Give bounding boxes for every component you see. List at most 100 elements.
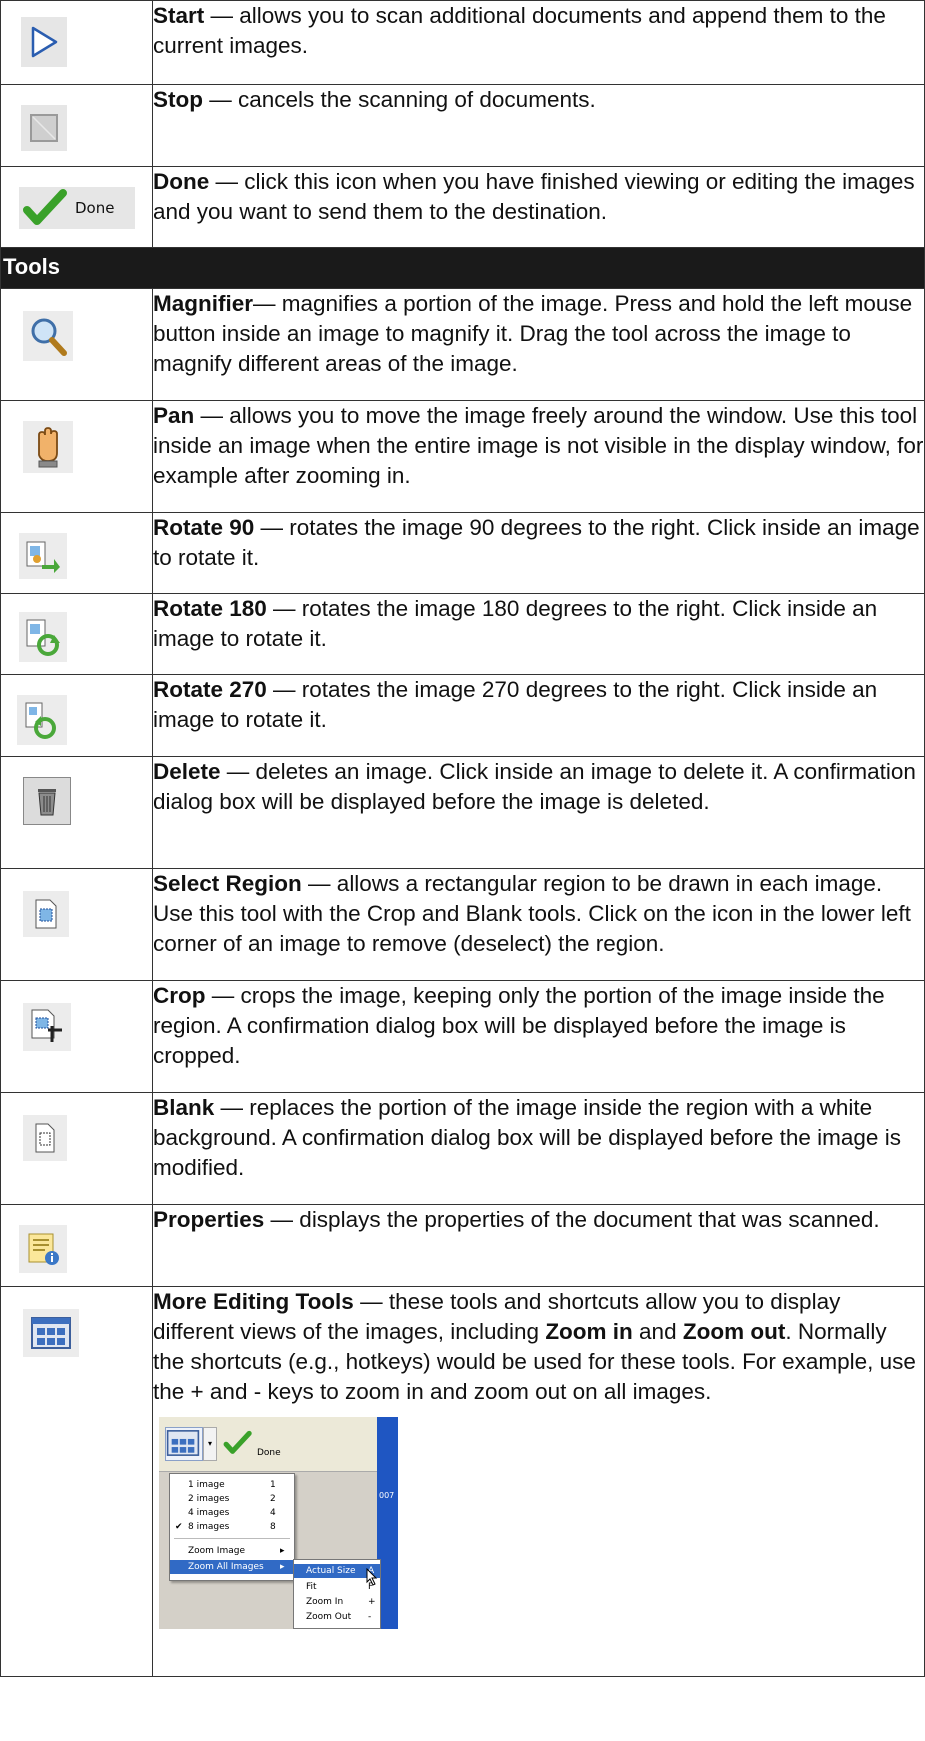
row-text: Start — allows you to scan additional do… bbox=[152, 0, 925, 85]
submenu-arrow-icon: ▸ bbox=[280, 1562, 285, 1572]
row-desc: — crops the image, keeping only the port… bbox=[153, 983, 885, 1068]
icon-cell bbox=[0, 980, 153, 1093]
embedded-screenshot: ▾ Done 007 1 image 1 2 images 2 4 images 4 … bbox=[159, 1417, 398, 1629]
menu-item-label: 2 images bbox=[188, 1494, 230, 1504]
done-check-icon bbox=[23, 189, 67, 225]
screenshot-toolbar: ▾ Done bbox=[159, 1417, 398, 1472]
stop-icon bbox=[21, 105, 67, 151]
submenu-item-key: - bbox=[368, 1612, 372, 1622]
row-rotate-90: Rotate 90 — rotates the image 90 degrees… bbox=[0, 512, 925, 594]
row-text: More Editing Tools — these tools and sho… bbox=[152, 1286, 925, 1677]
rotate-180-icon bbox=[19, 612, 67, 662]
menu-item[interactable]: 1 image 1 bbox=[170, 1478, 294, 1492]
properties-icon bbox=[19, 1225, 67, 1273]
row-title: Rotate 90 bbox=[153, 515, 255, 540]
crop-icon bbox=[23, 1003, 71, 1051]
submenu-item-label: Zoom In bbox=[306, 1597, 344, 1607]
row-delete: Delete — deletes an image. Click inside … bbox=[0, 756, 925, 869]
icon-cell bbox=[0, 84, 153, 167]
tools-table: Start — allows you to scan additional do… bbox=[0, 0, 925, 1677]
row-title: Crop bbox=[153, 983, 206, 1008]
chevron-down-icon[interactable]: ▾ bbox=[203, 1427, 217, 1461]
menu-item-key: 4 bbox=[270, 1508, 276, 1518]
row-start: Start — allows you to scan additional do… bbox=[0, 0, 925, 85]
menu-item-key: 8 bbox=[270, 1522, 276, 1532]
row-title: Delete bbox=[153, 759, 221, 784]
section-header: Tools bbox=[0, 247, 925, 289]
row-text: Magnifier— magnifies a portion of the im… bbox=[152, 288, 925, 401]
row-text: Crop — crops the image, keeping only the… bbox=[152, 980, 925, 1093]
menu-item[interactable]: Zoom Image ▸ bbox=[170, 1544, 294, 1558]
icon-cell bbox=[0, 0, 153, 85]
done-label[interactable]: Done bbox=[257, 1438, 281, 1468]
row-properties: Properties — displays the properties of … bbox=[0, 1204, 925, 1287]
icon-cell bbox=[0, 1092, 153, 1205]
row-select-region: Select Region — allows a rectangular reg… bbox=[0, 868, 925, 981]
side-text: 007 bbox=[379, 1491, 395, 1500]
icon-cell bbox=[0, 593, 153, 675]
row-title: Properties bbox=[153, 1207, 265, 1232]
row-title: Stop bbox=[153, 87, 203, 112]
row-text: Rotate 90 — rotates the image 90 degrees… bbox=[152, 512, 925, 594]
more-tools-icon bbox=[165, 1427, 203, 1461]
row-desc: — allows you to scan additional document… bbox=[153, 3, 886, 58]
row-desc: — magnifies a portion of the image. Pres… bbox=[153, 291, 913, 376]
pan-hand-icon bbox=[23, 421, 73, 473]
icon-cell bbox=[0, 1286, 153, 1677]
row-title: Pan bbox=[153, 403, 195, 428]
menu-item-label: Zoom All Images bbox=[188, 1562, 264, 1572]
menu-item-label: 8 images bbox=[188, 1522, 230, 1532]
row-desc: — replaces the portion of the image insi… bbox=[153, 1095, 901, 1180]
row-text: Properties — displays the properties of … bbox=[152, 1204, 925, 1287]
row-title: Rotate 270 bbox=[153, 677, 267, 702]
row-title: Done bbox=[153, 169, 210, 194]
row-text: Stop — cancels the scanning of documents… bbox=[152, 84, 925, 167]
magnifier-icon bbox=[23, 311, 73, 361]
mouse-cursor-icon bbox=[366, 1568, 378, 1586]
row-magnifier: Magnifier— magnifies a portion of the im… bbox=[0, 288, 925, 401]
submenu-item[interactable]: Zoom Out - bbox=[294, 1610, 380, 1624]
row-desc: and bbox=[632, 1319, 683, 1344]
icon-cell bbox=[0, 674, 153, 757]
more-tools-icon bbox=[23, 1309, 79, 1357]
menu-item-label: Zoom Image bbox=[188, 1546, 245, 1556]
submenu-item-key: + bbox=[368, 1597, 376, 1607]
row-desc: — displays the properties of the documen… bbox=[264, 1207, 880, 1232]
submenu-item-label: Fit bbox=[306, 1582, 317, 1592]
row-text: Select Region — allows a rectangular reg… bbox=[152, 868, 925, 981]
zoom-submenu: Actual Size A Fit F Zoom In + Zoom Out - bbox=[293, 1559, 381, 1629]
row-text: Blank — replaces the portion of the imag… bbox=[152, 1092, 925, 1205]
menu-item-highlighted[interactable]: Zoom All Images ▸ bbox=[170, 1560, 294, 1574]
row-rotate-180: Rotate 180 — rotates the image 180 degre… bbox=[0, 593, 925, 675]
row-desc: — cancels the scanning of documents. bbox=[203, 87, 596, 112]
row-title: Magnifier bbox=[153, 291, 254, 316]
row-blank: Blank — replaces the portion of the imag… bbox=[0, 1092, 925, 1205]
row-desc: — allows you to move the image freely ar… bbox=[153, 403, 924, 488]
menu-item-label: 4 images bbox=[188, 1508, 230, 1518]
menu-item[interactable]: 4 images 4 bbox=[170, 1506, 294, 1520]
select-region-icon bbox=[23, 891, 69, 937]
play-icon bbox=[21, 17, 67, 67]
row-stop: Stop — cancels the scanning of documents… bbox=[0, 84, 925, 167]
trash-icon bbox=[23, 777, 71, 825]
submenu-item[interactable]: Zoom In + bbox=[294, 1595, 380, 1609]
done-button-image: Done bbox=[19, 187, 135, 229]
row-desc: — deletes an image. Click inside an imag… bbox=[153, 759, 916, 814]
zoom-out-term: Zoom out bbox=[682, 1319, 786, 1344]
icon-cell bbox=[0, 400, 153, 513]
row-text: Rotate 270 — rotates the image 270 degre… bbox=[152, 674, 925, 757]
row-more-editing-tools: More Editing Tools — these tools and sho… bbox=[0, 1286, 925, 1677]
icon-cell bbox=[0, 512, 153, 594]
menu-item-key: 2 bbox=[270, 1494, 276, 1504]
row-title: More Editing Tools bbox=[153, 1289, 354, 1314]
row-text: Delete — deletes an image. Click inside … bbox=[152, 756, 925, 869]
menu-item-label: 1 image bbox=[188, 1480, 225, 1490]
check-icon: ✔ bbox=[175, 1522, 183, 1532]
menu-item[interactable]: 2 images 2 bbox=[170, 1492, 294, 1506]
icon-cell: Done bbox=[0, 166, 153, 248]
menu-separator bbox=[174, 1538, 290, 1539]
menu-item[interactable]: ✔ 8 images 8 bbox=[170, 1520, 294, 1534]
icon-cell bbox=[0, 288, 153, 401]
row-text: Done — click this icon when you have fin… bbox=[152, 166, 925, 248]
row-done: Done Done — click this icon when you hav… bbox=[0, 166, 925, 248]
